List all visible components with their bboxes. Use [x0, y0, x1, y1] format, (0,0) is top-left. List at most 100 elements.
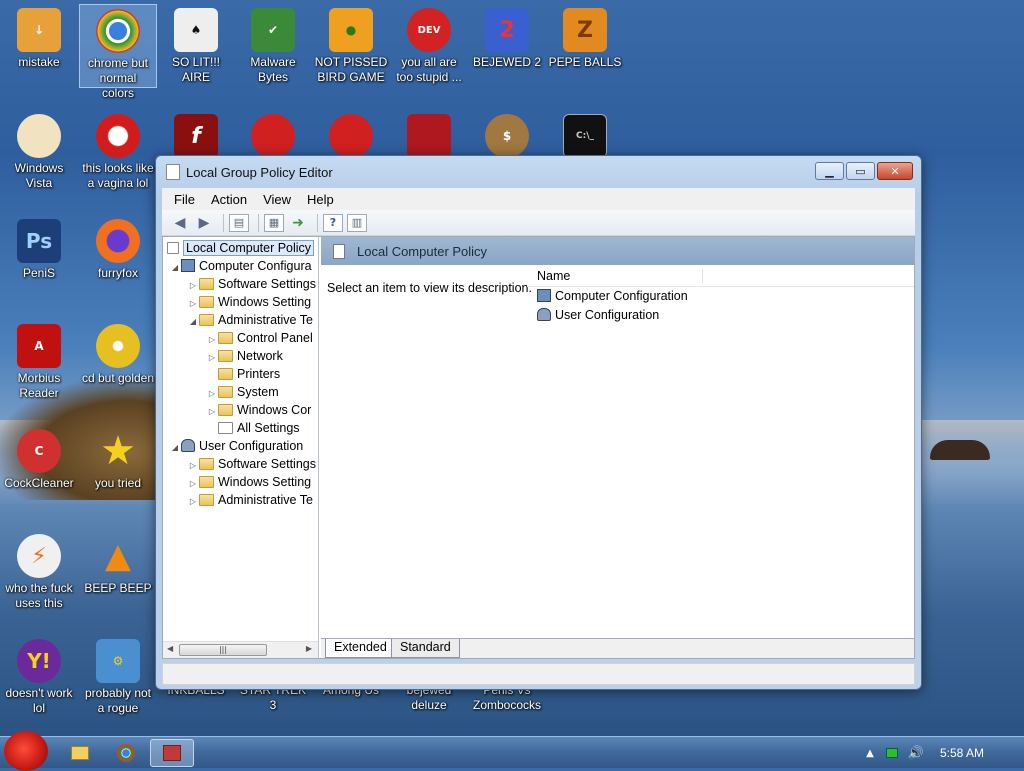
tree-item-user-windows-settings[interactable]: ▷ Windows Setting: [163, 473, 318, 491]
expand-arrow-icon[interactable]: ▷: [187, 493, 199, 511]
angry-bird-icon: [251, 114, 295, 158]
policy-icon: [167, 242, 179, 254]
star-icon: ★: [100, 428, 136, 474]
menu-action[interactable]: Action: [211, 192, 247, 207]
tree-item-all-settings[interactable]: All Settings: [163, 419, 318, 437]
forward-arrow-icon[interactable]: ▶: [194, 214, 214, 232]
list-column-header: Name: [527, 265, 914, 287]
settings-list-icon: [218, 422, 233, 434]
desktop-icon-money-bag[interactable]: $: [468, 110, 546, 160]
desktop-icon-yahoo[interactable]: Y! doesn't work lol: [0, 635, 78, 735]
desktop-icon-vlc[interactable]: ▲ BEEP BEEP: [79, 530, 157, 630]
minimize-button[interactable]: ▁: [815, 162, 844, 180]
desktop-icon-malwarebytes[interactable]: ✔ Malware Bytes: [234, 4, 312, 104]
export-list-icon[interactable]: ➜: [288, 214, 308, 232]
menu-view[interactable]: View: [263, 192, 291, 207]
devcpp-icon: DEV: [407, 8, 451, 52]
title-bar[interactable]: Local Group Policy Editor: [156, 156, 921, 188]
list-item-computer-configuration[interactable]: Computer Configuration: [527, 287, 914, 306]
desktop-icon-photoshop[interactable]: Ps PeniS: [0, 215, 78, 315]
desktop-icon-flash[interactable]: f: [157, 110, 235, 160]
desktop-icon-pepe-balls[interactable]: Z PEPE BALLS: [546, 4, 624, 104]
tab-extended[interactable]: Extended: [325, 639, 396, 658]
volume-icon[interactable]: 🔊: [908, 746, 924, 761]
folder-icon: [218, 404, 233, 416]
desktop-icon-angry-bird-2[interactable]: [312, 110, 390, 160]
tree-item-computer-configuration[interactable]: ◢ Computer Configura: [163, 257, 318, 275]
zuma-icon: Z: [563, 8, 607, 52]
tree-horizontal-scrollbar[interactable]: ◀ ||| ▶: [163, 641, 318, 658]
taskbar-explorer-button[interactable]: [58, 739, 102, 767]
close-button[interactable]: ✕: [877, 162, 913, 180]
angry-bird-2-icon: [329, 114, 373, 158]
tree-item-control-panel[interactable]: ▷ Control Panel: [163, 329, 318, 347]
desktop-icon-solitaire[interactable]: ♠ SO LIT!!! AIRE: [157, 4, 235, 104]
tree-item-windows-settings[interactable]: ▷ Windows Setting: [163, 293, 318, 311]
tree-item-local-computer-policy[interactable]: Local Computer Policy: [163, 239, 318, 257]
start-button[interactable]: [4, 731, 48, 771]
scroll-right-arrow-icon[interactable]: ▶: [306, 644, 312, 653]
cards-icon: ♠: [174, 8, 218, 52]
view-tabs: Extended Standard: [321, 638, 914, 658]
tree-item-printers[interactable]: Printers: [163, 365, 318, 383]
computer-icon: [537, 289, 551, 302]
list-item-user-configuration[interactable]: User Configuration: [527, 306, 914, 325]
desktop-icon-ccleaner[interactable]: C CockCleaner: [0, 425, 78, 525]
maximize-button[interactable]: ▭: [846, 162, 875, 180]
tree-item-administrative-templates[interactable]: ◢ Administrative Te: [163, 311, 318, 329]
show-hide-tree-icon[interactable]: ▤: [229, 213, 249, 232]
folder-icon: [199, 314, 214, 326]
properties-icon[interactable]: ▦: [264, 213, 284, 232]
scroll-left-arrow-icon[interactable]: ◀: [167, 644, 173, 653]
desktop-icon-chrome[interactable]: chrome but normal colors: [79, 4, 157, 100]
tree-item-user-software-settings[interactable]: ▷ Software Settings: [163, 455, 318, 473]
tree-item-user-administrative-templates[interactable]: ▷ Administrative Te: [163, 491, 318, 509]
window-title: Local Group Policy Editor: [186, 164, 333, 180]
desktop-icon-cd[interactable]: cd but golden: [79, 320, 157, 420]
desktop-icon-bejewed2[interactable]: 2 BEJEWED 2: [468, 4, 546, 104]
tab-standard[interactable]: Standard: [391, 639, 460, 658]
details-header: Local Computer Policy: [321, 237, 914, 265]
control-panel-icon: ⚙: [96, 639, 140, 683]
item-list: Name Computer Configuration User Configu…: [527, 265, 914, 636]
shield-icon: ✔: [251, 8, 295, 52]
taskbar-gpedit-button[interactable]: [150, 739, 194, 767]
menu-help[interactable]: Help: [307, 192, 334, 207]
tree-item-windows-components[interactable]: ▷ Windows Cor: [163, 401, 318, 419]
acrobat-icon: A: [17, 324, 61, 368]
tree-item-user-configuration[interactable]: ◢ User Configuration: [163, 437, 318, 455]
scrollbar-thumb[interactable]: |||: [179, 644, 267, 656]
wallpaper-rocks: [930, 440, 990, 460]
clock[interactable]: 5:58 AM: [940, 746, 984, 760]
desktop-icon-angry-bird[interactable]: [234, 110, 312, 160]
opera-icon: [96, 114, 140, 158]
desktop-icon-logo[interactable]: [390, 110, 468, 160]
tree-item-software-settings[interactable]: ▷ Software Settings: [163, 275, 318, 293]
desktop-icon-opera[interactable]: this looks like a vagina lol: [79, 110, 157, 210]
column-name[interactable]: Name: [527, 268, 703, 283]
help-icon[interactable]: ?: [323, 213, 343, 232]
network-icon[interactable]: [885, 748, 898, 758]
back-arrow-icon[interactable]: ◀: [170, 214, 190, 232]
tree-item-network[interactable]: ▷ Network: [163, 347, 318, 365]
vlc-icon: ▲: [104, 536, 132, 576]
user-icon: [537, 308, 551, 321]
desktop-icon-avast[interactable]: ⚡ who the fuck uses this: [0, 530, 78, 630]
cd-icon: [96, 324, 140, 368]
menu-file[interactable]: File: [174, 192, 195, 207]
desktop-icon-mistake[interactable]: ↓ mistake: [0, 4, 78, 104]
filter-icon[interactable]: ▥: [347, 213, 367, 232]
desktop-icon-control-panel[interactable]: ⚙ probably not a rogue: [79, 635, 157, 735]
desktop-icon-acrobat[interactable]: A Morbius Reader: [0, 320, 78, 420]
tree-item-system[interactable]: ▷ System: [163, 383, 318, 401]
toolbar-separator: [317, 213, 318, 232]
desktop-icon-star[interactable]: ★ you tried: [79, 425, 157, 525]
desktop-icon-cmd[interactable]: C:\_: [546, 110, 624, 160]
taskbar-chrome-button[interactable]: [104, 739, 148, 767]
desktop-icon-windows-vista[interactable]: Windows Vista: [0, 110, 78, 210]
desktop-icon-bird-game[interactable]: ● NOT PISSED BIRD GAME: [312, 4, 390, 104]
folder-icon: [199, 476, 214, 488]
desktop-icon-firefox[interactable]: furryfox: [79, 215, 157, 315]
show-hidden-icons-icon[interactable]: ▲: [866, 748, 874, 759]
desktop-icon-devcpp[interactable]: DEV you all are too stupid ...: [390, 4, 468, 104]
